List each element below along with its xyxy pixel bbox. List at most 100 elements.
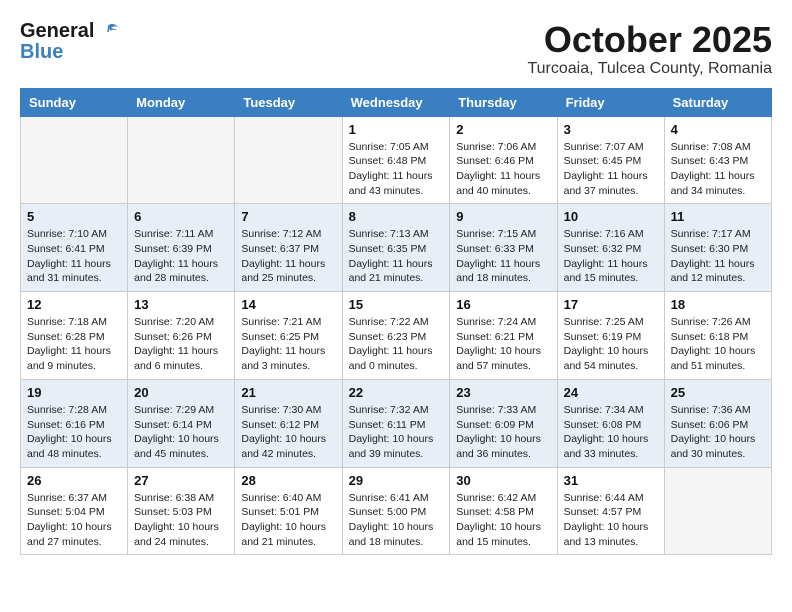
day-info: Sunrise: 7:26 AM Sunset: 6:18 PM Dayligh… [671,315,765,374]
calendar-cell: 8 Sunrise: 7:13 AM Sunset: 6:35 PM Daylig… [342,204,450,292]
day-number: 4 [671,122,765,137]
day-number: 24 [564,385,658,400]
day-info: Sunrise: 7:05 AM Sunset: 6:48 PM Dayligh… [349,140,444,199]
day-number: 13 [134,297,228,312]
calendar-cell: 26 Sunrise: 6:37 AM Sunset: 5:04 PM Dayli… [21,467,128,555]
day-info: Sunrise: 7:28 AM Sunset: 6:16 PM Dayligh… [27,403,121,462]
calendar-cell: 15 Sunrise: 7:22 AM Sunset: 6:23 PM Dayli… [342,292,450,380]
day-info: Sunrise: 7:16 AM Sunset: 6:32 PM Dayligh… [564,227,658,286]
day-info: Sunrise: 7:34 AM Sunset: 6:08 PM Dayligh… [564,403,658,462]
header-cell-thursday: Thursday [450,88,557,116]
day-number: 2 [456,122,550,137]
calendar-cell: 4Sunrise: 7:08 AM Sunset: 6:43 PM Daylig… [664,116,771,204]
day-number: 22 [349,385,444,400]
calendar-week-row: 5 Sunrise: 7:10 AM Sunset: 6:41 PM Daylig… [21,204,772,292]
day-info: Sunrise: 6:40 AM Sunset: 5:01 PM Dayligh… [241,491,335,550]
day-number: 6 [134,209,228,224]
day-info: Sunrise: 7:20 AM Sunset: 6:26 PM Dayligh… [134,315,228,374]
day-number: 3 [564,122,658,137]
day-info: Sunrise: 6:42 AM Sunset: 4:58 PM Dayligh… [456,491,550,550]
day-info: Sunrise: 7:32 AM Sunset: 6:11 PM Dayligh… [349,403,444,462]
calendar-cell: 21 Sunrise: 7:30 AM Sunset: 6:12 PM Dayli… [235,379,342,467]
day-number: 20 [134,385,228,400]
calendar-cell: 22 Sunrise: 7:32 AM Sunset: 6:11 PM Dayli… [342,379,450,467]
calendar-cell [664,467,771,555]
day-number: 30 [456,473,550,488]
month-title: October 2025 [527,20,772,60]
day-number: 16 [456,297,550,312]
calendar-cell: 12Sunrise: 7:18 AM Sunset: 6:28 PM Dayli… [21,292,128,380]
logo-general-text: General [20,20,94,43]
day-info: Sunrise: 7:07 AM Sunset: 6:45 PM Dayligh… [564,140,658,199]
day-info: Sunrise: 7:10 AM Sunset: 6:41 PM Dayligh… [27,227,121,286]
logo-blue-text: Blue [20,41,63,64]
calendar-cell: 16 Sunrise: 7:24 AM Sunset: 6:21 PM Dayli… [450,292,557,380]
location-title: Turcoaia, Tulcea County, Romania [527,60,772,78]
day-number: 11 [671,209,765,224]
day-number: 29 [349,473,444,488]
calendar-cell [235,116,342,204]
day-number: 23 [456,385,550,400]
day-info: Sunrise: 7:15 AM Sunset: 6:33 PM Dayligh… [456,227,550,286]
day-info: Sunrise: 7:06 AM Sunset: 6:46 PM Dayligh… [456,140,550,199]
day-number: 7 [241,209,335,224]
day-number: 8 [349,209,444,224]
day-info: Sunrise: 7:22 AM Sunset: 6:23 PM Dayligh… [349,315,444,374]
day-number: 17 [564,297,658,312]
day-number: 1 [349,122,444,137]
day-number: 10 [564,209,658,224]
day-number: 25 [671,385,765,400]
calendar-cell: 2 Sunrise: 7:06 AM Sunset: 6:46 PM Daylig… [450,116,557,204]
day-info: Sunrise: 7:21 AM Sunset: 6:25 PM Dayligh… [241,315,335,374]
calendar-cell: 29Sunrise: 6:41 AM Sunset: 5:00 PM Dayli… [342,467,450,555]
day-number: 31 [564,473,658,488]
calendar-cell: 6 Sunrise: 7:11 AM Sunset: 6:39 PM Daylig… [128,204,235,292]
day-number: 19 [27,385,121,400]
day-info: Sunrise: 7:24 AM Sunset: 6:21 PM Dayligh… [456,315,550,374]
header-cell-wednesday: Wednesday [342,88,450,116]
calendar-cell: 10 Sunrise: 7:16 AM Sunset: 6:32 PM Dayli… [557,204,664,292]
day-info: Sunrise: 7:29 AM Sunset: 6:14 PM Dayligh… [134,403,228,462]
calendar-cell: 25 Sunrise: 7:36 AM Sunset: 6:06 PM Dayli… [664,379,771,467]
calendar-table: SundayMondayTuesdayWednesdayThursdayFrid… [20,88,772,556]
day-info: Sunrise: 7:11 AM Sunset: 6:39 PM Dayligh… [134,227,228,286]
day-number: 5 [27,209,121,224]
day-info: Sunrise: 7:30 AM Sunset: 6:12 PM Dayligh… [241,403,335,462]
calendar-cell: 9 Sunrise: 7:15 AM Sunset: 6:33 PM Daylig… [450,204,557,292]
day-number: 26 [27,473,121,488]
calendar-cell: 3 Sunrise: 7:07 AM Sunset: 6:45 PM Daylig… [557,116,664,204]
calendar-cell: 13 Sunrise: 7:20 AM Sunset: 6:26 PM Dayli… [128,292,235,380]
day-info: Sunrise: 7:13 AM Sunset: 6:35 PM Dayligh… [349,227,444,286]
calendar-cell: 31Sunrise: 6:44 AM Sunset: 4:57 PM Dayli… [557,467,664,555]
calendar-cell: 24 Sunrise: 7:34 AM Sunset: 6:08 PM Dayli… [557,379,664,467]
title-block: October 2025 Turcoaia, Tulcea County, Ro… [527,20,772,78]
calendar-cell [21,116,128,204]
header-cell-monday: Monday [128,88,235,116]
day-info: Sunrise: 6:37 AM Sunset: 5:04 PM Dayligh… [27,491,121,550]
calendar-cell: 7 Sunrise: 7:12 AM Sunset: 6:37 PM Daylig… [235,204,342,292]
calendar-cell: 14Sunrise: 7:21 AM Sunset: 6:25 PM Dayli… [235,292,342,380]
day-number: 15 [349,297,444,312]
day-number: 18 [671,297,765,312]
day-number: 12 [27,297,121,312]
day-info: Sunrise: 7:17 AM Sunset: 6:30 PM Dayligh… [671,227,765,286]
day-number: 9 [456,209,550,224]
calendar-cell: 28 Sunrise: 6:40 AM Sunset: 5:01 PM Dayli… [235,467,342,555]
calendar-week-row: 19 Sunrise: 7:28 AM Sunset: 6:16 PM Dayli… [21,379,772,467]
calendar-header-row: SundayMondayTuesdayWednesdayThursdayFrid… [21,88,772,116]
calendar-cell: 27Sunrise: 6:38 AM Sunset: 5:03 PM Dayli… [128,467,235,555]
header-cell-friday: Friday [557,88,664,116]
calendar-week-row: 1 Sunrise: 7:05 AM Sunset: 6:48 PM Daylig… [21,116,772,204]
calendar-week-row: 26 Sunrise: 6:37 AM Sunset: 5:04 PM Dayli… [21,467,772,555]
day-info: Sunrise: 7:36 AM Sunset: 6:06 PM Dayligh… [671,403,765,462]
day-number: 21 [241,385,335,400]
logo: General Blue [20,20,120,64]
day-info: Sunrise: 7:12 AM Sunset: 6:37 PM Dayligh… [241,227,335,286]
day-number: 28 [241,473,335,488]
day-info: Sunrise: 7:33 AM Sunset: 6:09 PM Dayligh… [456,403,550,462]
calendar-cell: 19 Sunrise: 7:28 AM Sunset: 6:16 PM Dayli… [21,379,128,467]
calendar-cell: 11 Sunrise: 7:17 AM Sunset: 6:30 PM Dayli… [664,204,771,292]
calendar-cell: 23 Sunrise: 7:33 AM Sunset: 6:09 PM Dayli… [450,379,557,467]
page-header: General Blue October 2025 Turcoaia, Tulc… [20,20,772,78]
calendar-cell: 18 Sunrise: 7:26 AM Sunset: 6:18 PM Dayli… [664,292,771,380]
